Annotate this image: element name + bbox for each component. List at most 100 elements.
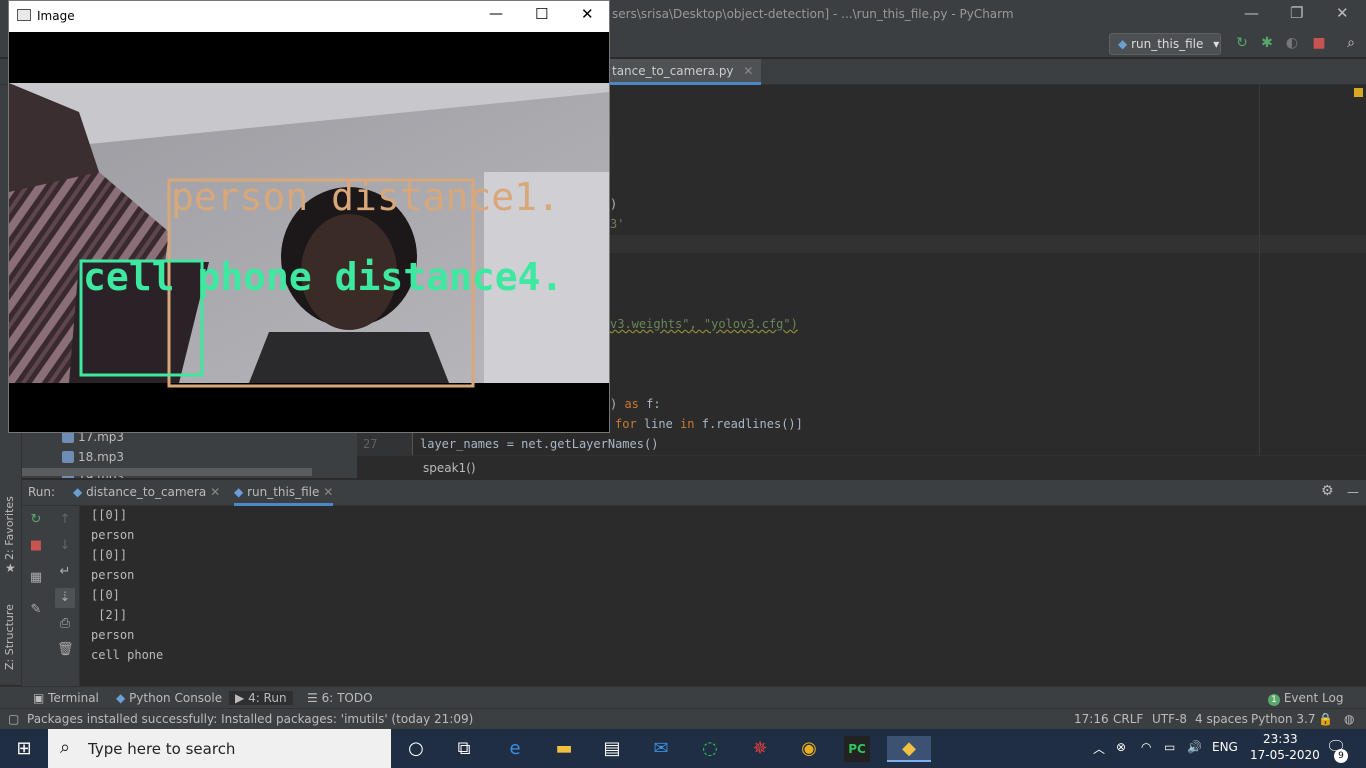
chrome-icon[interactable]: ◉ xyxy=(796,736,822,762)
console-line: cell phone xyxy=(91,648,164,662)
network-icon[interactable]: ◠ xyxy=(1141,740,1151,754)
print-icon[interactable]: ⎙ xyxy=(57,616,73,632)
detection-frame: person distance1. cell phone distance4. xyxy=(9,32,609,432)
language-indicator[interactable]: ENG xyxy=(1212,740,1238,754)
status-message[interactable]: Packages installed successfully: Install… xyxy=(27,712,473,726)
antivirus-icon[interactable]: ⊗ xyxy=(1116,740,1126,754)
file-encoding[interactable]: UTF-8 xyxy=(1152,712,1187,726)
close-tab-icon: ✕ xyxy=(323,485,334,499)
search-icon: ⌕ xyxy=(60,737,71,758)
close-tab-icon: ✕ xyxy=(210,485,221,499)
code-line: layer_names = net.getLayerNames() xyxy=(420,437,659,451)
close-icon[interactable]: ✕ xyxy=(1336,4,1349,22)
right-margin-guide xyxy=(1259,85,1260,455)
store-icon[interactable]: ▤ xyxy=(599,736,625,762)
close-icon[interactable]: ✕ xyxy=(581,5,594,23)
volume-icon[interactable]: 🔊 xyxy=(1187,740,1202,754)
clock-date[interactable]: 17-05-2020 xyxy=(1250,748,1320,762)
rerun-icon[interactable]: ↻ xyxy=(28,512,44,528)
tool-window-tabs: ▣ Terminal ◆ Python Console ▶ 4: Run ☰ 6… xyxy=(0,686,1366,708)
down-arrow-icon[interactable]: ↓ xyxy=(57,538,73,554)
file-explorer-icon[interactable]: ▬ xyxy=(551,736,577,762)
terminal-icon: ▣ xyxy=(33,691,45,705)
run-config-select[interactable]: ◆ run_this_file ▾ xyxy=(1109,33,1221,55)
tab-distance-to-camera[interactable]: tance_to_camera.py ✕ xyxy=(604,59,762,85)
windows-start-icon[interactable]: ⊞ xyxy=(11,736,37,762)
run-console-output[interactable]: [[0]] person [[0]] person [[0] [2]] pers… xyxy=(80,506,1366,686)
todo-tab[interactable]: ☰ 6: TODO xyxy=(307,691,373,705)
line-separator[interactable]: CRLF xyxy=(1113,712,1143,726)
breadcrumb-item[interactable]: speak1() xyxy=(423,461,476,475)
edge-icon[interactable]: e xyxy=(502,736,528,762)
run-tab[interactable]: ▶ 4: Run xyxy=(229,691,293,705)
gear-icon[interactable]: ⚙ xyxy=(1321,483,1334,499)
debug-icon[interactable]: ✱ xyxy=(1259,35,1275,51)
trash-icon[interactable]: 🗑 xyxy=(57,642,74,658)
minimize-icon[interactable]: — xyxy=(1244,4,1259,22)
close-tab-icon[interactable]: ✕ xyxy=(743,64,753,78)
app-ring-icon[interactable]: ◌ xyxy=(697,736,723,762)
layout-icon[interactable]: ▦ xyxy=(28,570,44,586)
tree-item[interactable]: 18.mp3 xyxy=(62,450,124,464)
cortana-icon[interactable]: ○ xyxy=(403,736,429,762)
run-actions-toolbar: ↻ ■ ▦ ✎ xyxy=(22,506,50,686)
python-taskbar-icon[interactable]: ◆ xyxy=(887,736,931,762)
console-line: person xyxy=(91,568,135,582)
soft-wrap-icon[interactable]: ↵ xyxy=(57,564,73,580)
code-line: 3' xyxy=(610,217,625,231)
scroll-to-end-icon[interactable]: ⇣ xyxy=(55,588,75,608)
pycharm-icon[interactable]: PC xyxy=(844,736,870,762)
mail-icon[interactable]: ✉ xyxy=(648,736,674,762)
inspector-icon[interactable]: ◍ xyxy=(1344,712,1354,726)
code-line: ) as f: xyxy=(610,397,661,411)
restore-icon[interactable]: ❐ xyxy=(1290,4,1303,22)
run-tab-distance-to-camera[interactable]: ◆ distance_to_camera ✕ xyxy=(73,485,220,499)
task-view-icon[interactable]: ⧉ xyxy=(451,736,477,762)
python-icon: ◆ xyxy=(116,691,126,705)
event-log-badge: 1 xyxy=(1268,694,1280,706)
search-icon[interactable]: ⌕ xyxy=(1343,35,1359,51)
event-log-tab[interactable]: 1 Event Log xyxy=(1268,691,1343,706)
letterbox-top xyxy=(9,32,609,83)
python-icon: ◆ xyxy=(1118,37,1128,51)
stop-icon[interactable]: ■ xyxy=(28,538,44,554)
line-number: 27 xyxy=(363,437,378,451)
python-console-tab[interactable]: ◆ Python Console xyxy=(116,691,222,705)
breadcrumb: speak1() xyxy=(357,455,1366,479)
run-tab-run-this-file[interactable]: ◆ run_this_file ✕ xyxy=(234,485,334,506)
stop-icon[interactable]: ■ xyxy=(1311,35,1327,51)
structure-tab[interactable]: Z: Structure xyxy=(3,604,16,670)
up-arrow-icon[interactable]: ↑ xyxy=(57,512,73,528)
python-icon: ◆ xyxy=(73,485,83,499)
clock-time[interactable]: 23:33 xyxy=(1263,732,1298,746)
windows-taskbar: ⊞ ⌕ Type here to search ○ ⧉ e ▬ ▤ ✉ ◌ ✵ … xyxy=(0,729,1366,768)
favorites-tab[interactable]: 2: Favorites xyxy=(3,496,16,560)
phone-label: cell phone distance4. xyxy=(83,255,563,299)
lock-icon[interactable]: 🔒 xyxy=(1318,712,1333,726)
search-placeholder: Type here to search xyxy=(88,740,236,758)
star-icon: ★ xyxy=(5,561,16,575)
console-line: [[0] xyxy=(91,588,120,602)
caret-position[interactable]: 17:16 xyxy=(1074,712,1109,726)
pin-icon[interactable]: ✎ xyxy=(28,602,44,618)
status-toggle-icon[interactable]: ▢ xyxy=(8,712,19,726)
indent-setting[interactable]: 4 spaces xyxy=(1195,712,1248,726)
taskbar-search[interactable]: ⌕ Type here to search xyxy=(48,729,391,768)
spider-icon[interactable]: ✵ xyxy=(747,736,773,762)
horizontal-scrollbar[interactable] xyxy=(22,468,312,476)
image-window-title-bar[interactable]: Image — ☐ ✕ xyxy=(9,1,609,31)
minimize-icon[interactable]: — xyxy=(489,6,503,22)
coverage-icon[interactable]: ◐ xyxy=(1284,35,1300,51)
code-line: v3.weights", "yolov3.cfg") xyxy=(610,317,798,331)
terminal-tab[interactable]: ▣ Terminal xyxy=(33,691,99,705)
battery-icon[interactable]: ▭ xyxy=(1164,740,1175,754)
interpreter[interactable]: Python 3.7 xyxy=(1251,712,1316,726)
image-window-title: Image xyxy=(37,9,75,23)
tray-chevron-icon[interactable]: ︿ xyxy=(1093,740,1105,757)
warning-marker[interactable] xyxy=(1354,88,1363,97)
run-config-label: run_this_file xyxy=(1131,37,1204,51)
maximize-icon[interactable]: ☐ xyxy=(535,5,548,23)
hide-panel-icon[interactable]: — xyxy=(1347,485,1359,499)
rerun-icon[interactable]: ↻ xyxy=(1234,35,1250,51)
image-window[interactable]: Image — ☐ ✕ person distance1. cell phone… xyxy=(8,0,610,433)
